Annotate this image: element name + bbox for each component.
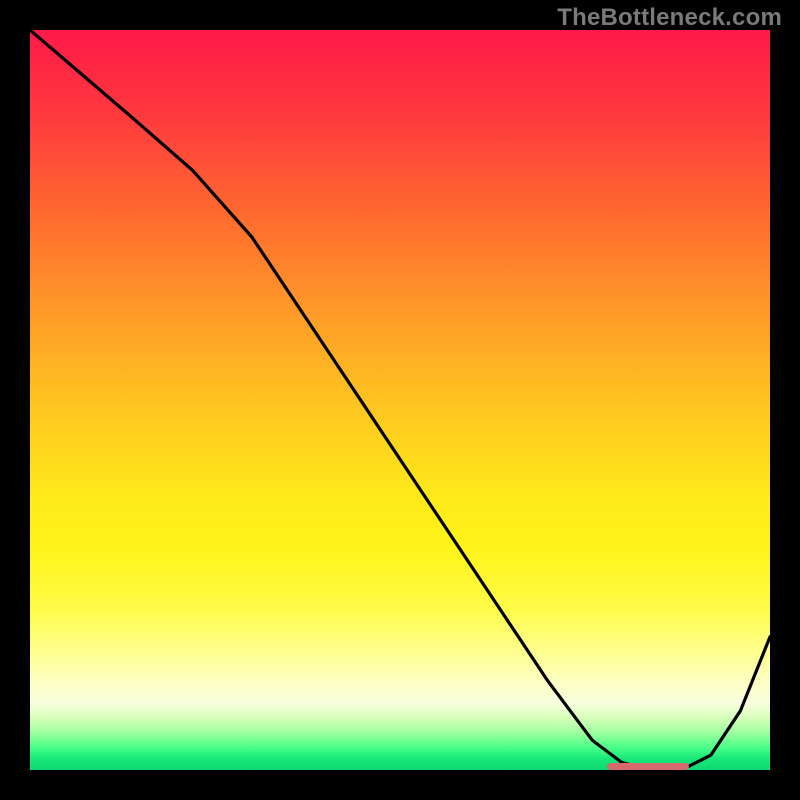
curve-path [30,30,770,770]
plot-area [30,30,770,770]
watermark-text: TheBottleneck.com [557,4,782,32]
bottleneck-curve [30,30,770,770]
optimal-range-marker [607,763,688,770]
chart-frame: TheBottleneck.com [0,0,800,800]
